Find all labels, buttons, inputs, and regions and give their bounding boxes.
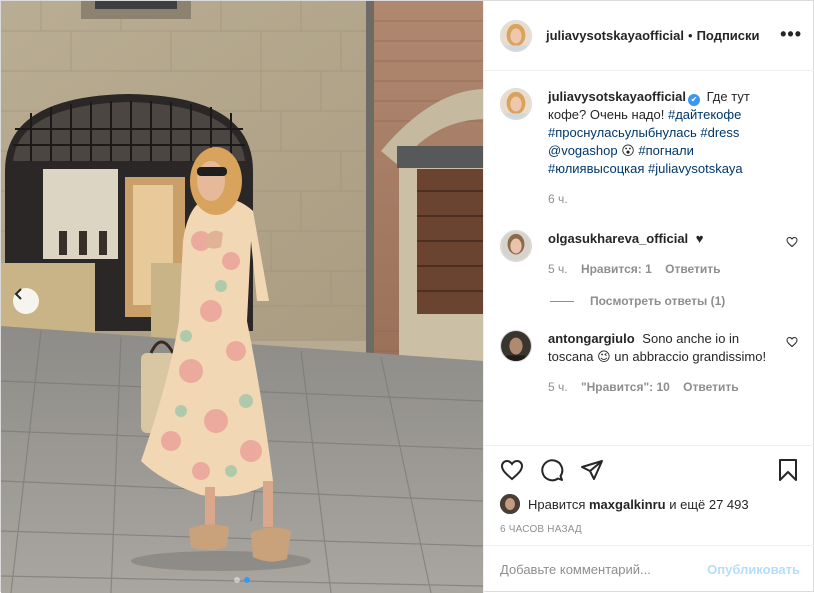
caption-body: juliavysotskayaofficial ✔ Где тут кофе? О…: [548, 88, 780, 208]
author-username[interactable]: juliavysotskayaofficial: [546, 28, 684, 43]
carousel-dot-active: [244, 577, 250, 583]
chevron-left-icon: [14, 288, 22, 300]
instagram-post: juliavysotskayaofficial • Подписки ••• j…: [0, 0, 814, 593]
likes-count[interactable]: и ещё 27 493: [669, 497, 748, 512]
caption-username[interactable]: juliavysotskayaofficial: [548, 89, 686, 104]
save-button[interactable]: [776, 458, 800, 482]
verified-icon: ✔: [688, 94, 701, 106]
following-button[interactable]: Подписки: [697, 28, 760, 43]
reply-button[interactable]: Ответить: [665, 262, 720, 276]
comment-item: antongargiulo Sono anche io in toscana 😉…: [500, 330, 800, 396]
share-icon: [581, 460, 603, 480]
carousel-dot: [234, 577, 240, 583]
avatar-image: [500, 494, 520, 514]
share-button[interactable]: [580, 458, 604, 482]
action-icons: [500, 446, 800, 494]
comment-like-button[interactable]: [786, 336, 798, 351]
avatar-image: [501, 20, 531, 51]
heart-icon: [786, 336, 798, 348]
comment-meta: 5 ч. Нравится: 1 Ответить: [548, 260, 768, 278]
like-button[interactable]: [500, 458, 524, 482]
heart-icon: [500, 459, 524, 481]
comment-text: ♥: [695, 231, 704, 246]
avatar-image: [501, 231, 531, 261]
comment-username[interactable]: olgasukhareva_official: [548, 231, 688, 246]
header-separator: •: [688, 28, 693, 43]
commenter-avatar[interactable]: [500, 230, 532, 262]
add-comment-bar: Опубликовать: [484, 545, 814, 593]
caption-emoji: 😮: [621, 143, 635, 158]
carousel-indicator: [1, 577, 483, 583]
view-replies-button[interactable]: Посмотреть ответы (1): [550, 294, 800, 308]
comment-icon: [541, 459, 564, 482]
comments-list[interactable]: juliavysotskayaofficial ✔ Где тут кофе? О…: [484, 72, 814, 445]
caption-avatar[interactable]: [500, 88, 532, 120]
comment-meta: 5 ч. "Нравится": 10 Ответить: [548, 378, 768, 396]
liker-username[interactable]: maxgalkinru: [589, 497, 666, 512]
likes-prefix: Нравится: [528, 496, 586, 512]
reply-button[interactable]: Ответить: [683, 380, 738, 394]
comment-item: olgasukhareva_official ♥ 5 ч. Нравится: …: [500, 230, 800, 278]
comment-body: antongargiulo Sono anche io in toscana 😉…: [548, 330, 768, 396]
comment-input[interactable]: [500, 562, 708, 577]
comment-button[interactable]: [540, 458, 564, 482]
previous-photo-button[interactable]: [13, 288, 39, 314]
view-replies-label: Посмотреть ответы (1): [590, 294, 726, 308]
author-avatar[interactable]: [500, 19, 532, 52]
comment-like-button[interactable]: [786, 236, 798, 251]
comment-time[interactable]: 5 ч.: [548, 380, 568, 394]
comment-likes[interactable]: Нравится: 1: [581, 262, 652, 276]
more-options-icon[interactable]: •••: [780, 25, 802, 43]
likes-summary[interactable]: Нравится maxgalkinru и ещё 27 493: [500, 494, 800, 514]
comment-username[interactable]: antongargiulo: [548, 331, 635, 346]
avatar-image: [501, 89, 531, 119]
commenter-avatar[interactable]: [500, 330, 532, 362]
comment-time[interactable]: 5 ч.: [548, 262, 568, 276]
post-photo[interactable]: [1, 1, 483, 593]
post-actions: Нравится maxgalkinru и ещё 27 493 6 часо…: [484, 445, 814, 545]
post-header: juliavysotskayaofficial • Подписки •••: [484, 1, 814, 71]
photo-image: [1, 1, 483, 593]
caption-meta: 6 ч.: [548, 190, 780, 208]
comment-body: olgasukhareva_official ♥ 5 ч. Нравится: …: [548, 230, 768, 278]
post-caption: juliavysotskayaofficial ✔ Где тут кофе? О…: [500, 88, 800, 208]
avatar-image: [501, 331, 531, 361]
liker-avatar[interactable]: [500, 494, 520, 514]
replies-divider: [550, 300, 574, 302]
caption-time[interactable]: 6 ч.: [548, 192, 568, 206]
post-side-panel: juliavysotskayaofficial • Подписки ••• j…: [483, 1, 814, 593]
post-timestamp[interactable]: 6 часов назад: [500, 524, 800, 535]
bookmark-icon: [779, 459, 797, 481]
comment-likes[interactable]: "Нравится": 10: [581, 380, 670, 394]
heart-icon: [786, 236, 798, 248]
publish-button[interactable]: Опубликовать: [707, 562, 800, 577]
